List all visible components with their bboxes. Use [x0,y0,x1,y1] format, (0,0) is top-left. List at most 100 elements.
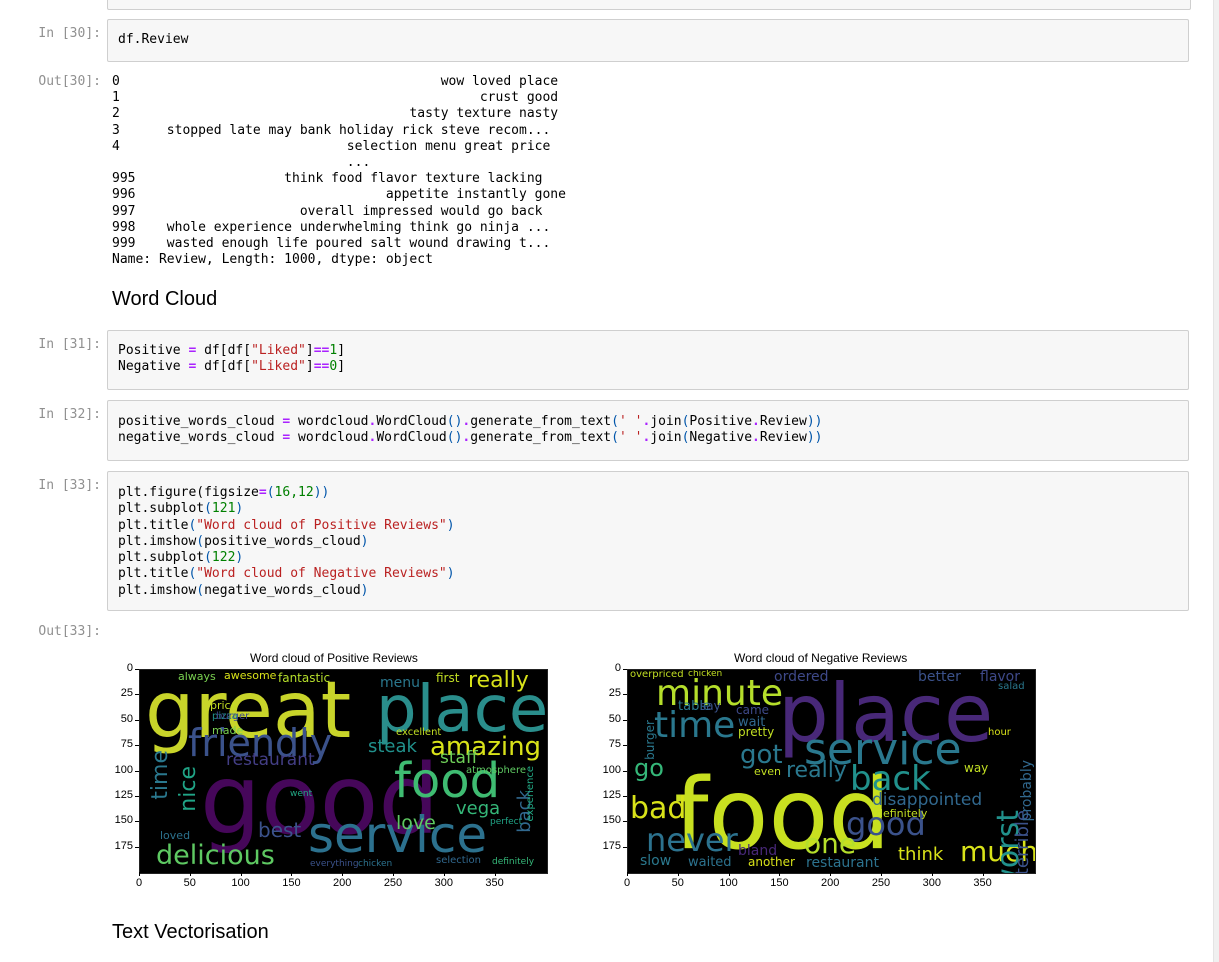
previous-cell[interactable] [107,0,1191,10]
x-tick-mark [830,872,832,876]
x-tick-mark [342,872,344,876]
y-tick-label: 100 [602,763,621,776]
y-tick-label: 0 [614,662,621,674]
word-cloud-word: pretty [738,725,775,739]
y-tick-mark [623,770,627,772]
word-cloud-word: waited [688,855,732,870]
code-line: df.Review [118,32,189,47]
word-cloud-word: salad [998,681,1025,692]
word-cloud-word: probably [1019,760,1035,822]
y-tick-mark [623,846,627,848]
y-tick-label: 25 [608,687,621,700]
code-cell-31[interactable]: Positive = df[df["Liked"]==1] Negative =… [107,330,1189,390]
output-line: Name: Review, Length: 1000, dtype: objec… [112,252,433,268]
code-line: Positive = df[df["Liked"]==1] [118,343,346,358]
y-tick-mark [135,770,139,772]
x-tick-label: 50 [183,877,196,889]
heading-word-cloud: Word Cloud [112,288,218,310]
y-tick-label: 75 [120,738,133,751]
figure-positive: Word cloud of Positive Reviews great plac… [110,648,570,898]
output-line: 3 stopped late may bank holiday rick ste… [112,122,551,138]
word-cloud-word: best [258,818,302,842]
code-line: plt.imshow(negative_words_cloud) [118,582,369,598]
word-cloud-word: delicious [156,840,275,871]
y-tick-mark [135,796,139,797]
input-prompt-32: In [32]: [38,407,101,422]
x-tick-mark [982,872,984,876]
figure-title: Word cloud of Negative Reviews [734,651,908,665]
word-cloud-word: nice [176,766,201,812]
output-line: 995 think food flavor texture lacking [112,171,543,187]
heading-text-vectorisation: Text Vectorisation [112,921,269,943]
word-cloud-word: restaurant [226,750,315,770]
x-tick-mark [677,872,679,876]
word-cloud-word: way [964,761,989,775]
y-tick-mark [135,745,139,747]
y-tick-mark [135,821,139,823]
code-cell-30[interactable]: df.Review [107,19,1189,62]
x-tick-mark [393,872,394,876]
word-cloud-word: excellent [396,727,442,738]
figure-title: Word cloud of Positive Reviews [250,651,418,665]
word-cloud-word: time [148,750,173,800]
word-cloud-image: food place service minute time back good never o… [627,669,1036,874]
x-tick-mark [627,872,628,876]
word-cloud-word: always [178,670,216,683]
output-line: 1 crust good [112,90,559,106]
figure-negative: Word cloud of Negative Reviews food place… [598,648,1058,898]
y-tick-mark [135,846,139,848]
output-line: 996 appetite instantly gone [112,187,566,203]
word-cloud-word: definitely [492,857,535,867]
word-cloud-word: chicken [688,669,723,679]
word-cloud-word: one [804,827,857,860]
word-cloud-word: really [786,758,847,783]
x-tick-label: 150 [770,877,789,889]
word-cloud-word: bad [630,791,687,826]
output-line: 0 wow loved place [112,74,559,89]
word-cloud-word: loved [160,829,191,842]
y-tick-label: 50 [608,712,621,725]
x-tick-label: 300 [922,877,941,889]
x-tick-mark [443,872,445,876]
y-tick-mark [623,745,627,747]
output-prompt-33: Out[33]: [38,624,101,639]
word-cloud-word: vega [456,798,501,819]
word-cloud-word: burger [643,720,657,760]
x-tick-label: 250 [871,877,891,889]
word-cloud-image: great place good food service friendly amazing… [139,669,548,874]
y-tick-label: 100 [114,763,133,776]
word-cloud-word: everything [310,859,359,869]
code-line: plt.imshow(positive_words_cloud) [118,533,369,549]
code-cell-32[interactable]: positive_words_cloud = wordcloud.WordClo… [107,400,1189,461]
word-cloud-word: definitely [876,807,928,820]
word-cloud-word: really [468,669,529,693]
code-line: plt.title("Word cloud of Positive Review… [118,517,455,533]
word-cloud-word: another [748,855,795,869]
input-prompt-30: In [30]: [38,26,101,41]
y-tick-label: 75 [608,738,621,751]
code-line: Negative = df[df["Liked"]==0] [118,359,346,375]
x-tick-label: 350 [973,877,992,889]
y-tick-mark [623,821,627,823]
x-tick-mark [291,872,293,876]
y-tick-mark [623,719,627,721]
word-cloud-word: better [918,669,961,685]
word-cloud-word: ordered [774,669,829,685]
page-scrollbar[interactable] [1213,0,1219,962]
y-tick-mark [135,719,139,721]
word-cloud-word: came [736,703,770,717]
word-cloud-word: made [212,724,244,737]
code-cell-33[interactable]: plt.figure(figsize=(16,12)) plt.subplot(1… [107,471,1189,611]
y-tick-mark [135,694,139,696]
y-tick-label: 25 [120,687,133,700]
y-tick-label: 125 [114,789,133,801]
x-tick-mark [779,872,781,876]
x-tick-label: 100 [719,877,738,889]
word-cloud-word: atmosphere [466,765,526,776]
x-tick-label: 200 [333,877,352,889]
x-tick-mark [494,872,496,876]
y-tick-label: 175 [114,839,133,852]
x-tick-mark [240,872,242,876]
y-tick-label: 150 [602,814,621,827]
word-cloud-word: burger [216,711,250,722]
